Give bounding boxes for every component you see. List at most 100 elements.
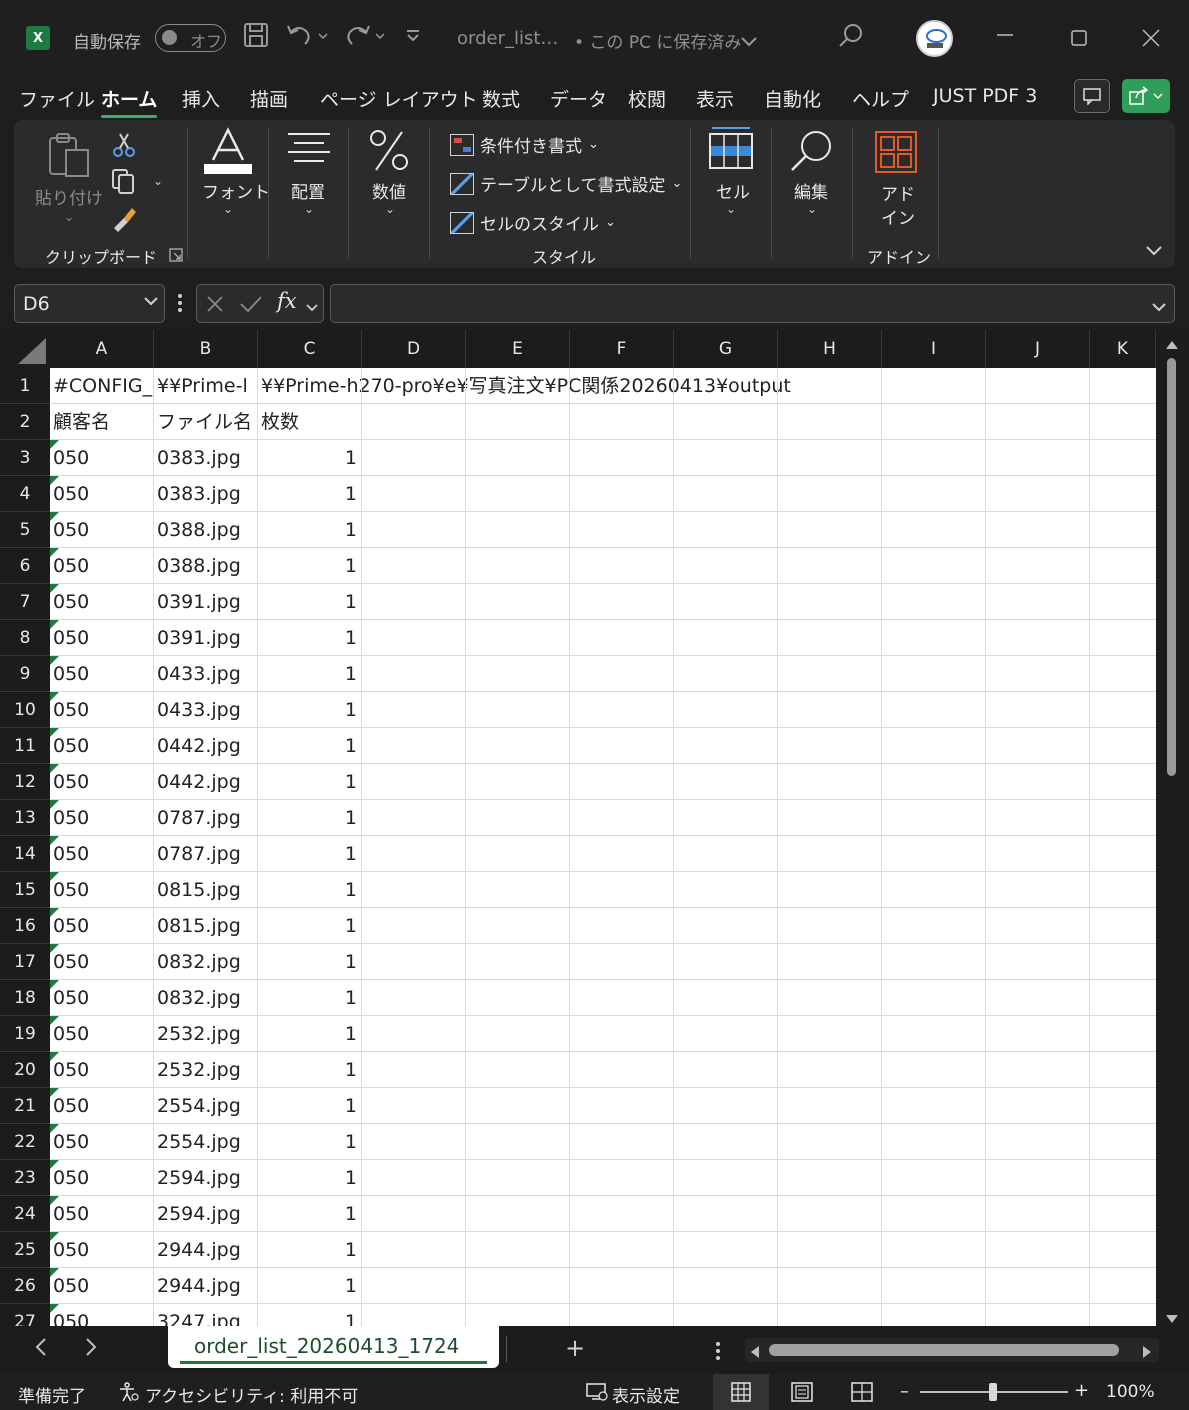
sheet-tab-active[interactable]: order_list_20260413_1724	[168, 1326, 499, 1368]
table-cell[interactable]: 050	[50, 872, 153, 908]
next-sheet-icon[interactable]	[84, 1336, 98, 1364]
table-cell[interactable]: 0442.jpg	[154, 728, 257, 764]
table-cell[interactable]: 1	[258, 584, 361, 620]
insert-function-icon[interactable]: fx	[277, 289, 297, 313]
table-cell[interactable]: 1	[258, 764, 361, 800]
table-cell[interactable]: 2554.jpg	[154, 1088, 257, 1124]
tab-draw[interactable]: 描画	[250, 85, 288, 112]
name-box[interactable]: D6	[14, 284, 165, 323]
table-cell[interactable]: 1	[258, 980, 361, 1016]
table-cell[interactable]: 1	[258, 476, 361, 512]
alignment-icon[interactable]	[286, 130, 332, 170]
cell-b1[interactable]: ¥¥Prime-l	[154, 368, 258, 404]
search-icon[interactable]	[838, 22, 864, 54]
previous-sheet-icon[interactable]	[34, 1336, 48, 1364]
display-settings-icon[interactable]	[585, 1382, 609, 1406]
row-header-3[interactable]: 3	[0, 440, 50, 476]
autosave-toggle[interactable]: オフ	[155, 24, 226, 52]
row-header-23[interactable]: 23	[0, 1160, 50, 1196]
table-cell[interactable]: 0815.jpg	[154, 872, 257, 908]
row-header-15[interactable]: 15	[0, 872, 50, 908]
table-cell[interactable]: 1	[258, 1016, 361, 1052]
table-cell[interactable]: 050	[50, 1016, 153, 1052]
table-cell[interactable]: 1	[258, 908, 361, 944]
scroll-left-icon[interactable]	[749, 1344, 761, 1363]
row-header-24[interactable]: 24	[0, 1196, 50, 1232]
row-header-2[interactable]: 2	[0, 404, 50, 440]
comments-button[interactable]	[1074, 79, 1110, 113]
redo-icon[interactable]	[342, 22, 386, 54]
document-save-status[interactable]: • この PC に保存済み	[574, 28, 741, 53]
undo-icon[interactable]	[285, 22, 329, 54]
tab-help[interactable]: ヘルプ	[852, 85, 909, 112]
copy-dropdown-icon[interactable]: ⌄	[153, 174, 163, 188]
format-as-table-button[interactable]: テーブルとして書式設定 ⌄	[450, 171, 682, 196]
table-cell[interactable]: 1	[258, 620, 361, 656]
header-cell-customer[interactable]: 顧客名	[50, 404, 154, 440]
worksheet-grid[interactable]: #CONFIG_ ¥¥Prime-l ¥¥Prime-h270-pro¥e¥写真…	[50, 368, 1156, 1326]
share-button[interactable]	[1122, 79, 1170, 113]
table-cell[interactable]: 0388.jpg	[154, 512, 257, 548]
table-cell[interactable]: 2594.jpg	[154, 1196, 257, 1232]
table-cell[interactable]: 0433.jpg	[154, 656, 257, 692]
tab-page-layout[interactable]: ページ レイアウト	[320, 85, 478, 112]
table-cell[interactable]: 0832.jpg	[154, 944, 257, 980]
cell-c1[interactable]: ¥¥Prime-h270-pro¥e¥写真注文¥PC関係20260413¥out…	[258, 368, 791, 404]
column-header-k[interactable]: K	[1090, 330, 1156, 368]
table-cell[interactable]: 0391.jpg	[154, 584, 257, 620]
chevron-down-icon[interactable]: ⌄	[304, 202, 314, 216]
row-header-10[interactable]: 10	[0, 692, 50, 728]
table-cell[interactable]: 050	[50, 1124, 153, 1160]
table-cell[interactable]: 1	[258, 1160, 361, 1196]
table-cell[interactable]: 2532.jpg	[154, 1052, 257, 1088]
row-header-11[interactable]: 11	[0, 728, 50, 764]
search-icon[interactable]	[788, 128, 834, 178]
row-header-12[interactable]: 12	[0, 764, 50, 800]
enter-icon[interactable]	[239, 294, 263, 318]
formula-input[interactable]	[330, 284, 1175, 323]
font-label[interactable]: フォント	[202, 178, 270, 203]
table-cell[interactable]: 050	[50, 512, 153, 548]
tab-view[interactable]: 表示	[696, 85, 734, 112]
row-header-25[interactable]: 25	[0, 1232, 50, 1268]
tab-just-pdf[interactable]: JUST PDF 3	[933, 85, 1037, 107]
table-cell[interactable]: 050	[50, 1160, 153, 1196]
more-sheets-icon[interactable]	[714, 1341, 722, 1365]
scroll-right-icon[interactable]	[1141, 1344, 1153, 1363]
table-cell[interactable]: 2594.jpg	[154, 1160, 257, 1196]
table-cell[interactable]: 1	[258, 1304, 361, 1326]
cells-label[interactable]: セル	[716, 178, 750, 203]
document-title[interactable]: order_list…	[457, 28, 558, 49]
chevron-down-icon[interactable]: ⌄	[726, 202, 736, 216]
add-ins-label-line2[interactable]: イン	[881, 204, 915, 229]
row-header-14[interactable]: 14	[0, 836, 50, 872]
vertical-scrollbar[interactable]	[1156, 330, 1189, 1326]
table-cell[interactable]: 050	[50, 620, 153, 656]
table-cell[interactable]: 050	[50, 908, 153, 944]
row-header-5[interactable]: 5	[0, 512, 50, 548]
table-cell[interactable]: 0787.jpg	[154, 800, 257, 836]
table-cell[interactable]: 050	[50, 1268, 153, 1304]
cell-styles-button[interactable]: セルのスタイル ⌄	[450, 210, 616, 235]
row-header-1[interactable]: 1	[0, 368, 50, 404]
row-header-20[interactable]: 20	[0, 1052, 50, 1088]
row-header-4[interactable]: 4	[0, 476, 50, 512]
accessibility-status[interactable]: アクセシビリティ: 利用不可	[145, 1382, 358, 1407]
chevron-down-icon[interactable]: ⌄	[807, 202, 817, 216]
table-cell[interactable]: 2944.jpg	[154, 1268, 257, 1304]
table-cell[interactable]: 050	[50, 836, 153, 872]
cell-a1[interactable]: #CONFIG_	[50, 368, 154, 404]
cells-icon[interactable]	[708, 126, 754, 174]
close-icon[interactable]	[1141, 28, 1161, 54]
expand-formula-bar-icon[interactable]	[1151, 298, 1167, 317]
table-cell[interactable]: 1	[258, 872, 361, 908]
column-header-c[interactable]: C	[258, 330, 362, 368]
chevron-down-icon[interactable]: ⌄	[64, 210, 74, 224]
minimize-icon[interactable]	[995, 24, 1015, 50]
table-cell[interactable]: 1	[258, 512, 361, 548]
select-all-button[interactable]	[0, 330, 50, 368]
row-header-16[interactable]: 16	[0, 908, 50, 944]
row-header-22[interactable]: 22	[0, 1124, 50, 1160]
copy-icon[interactable]	[111, 168, 137, 198]
vertical-scroll-thumb[interactable]	[1167, 358, 1176, 776]
